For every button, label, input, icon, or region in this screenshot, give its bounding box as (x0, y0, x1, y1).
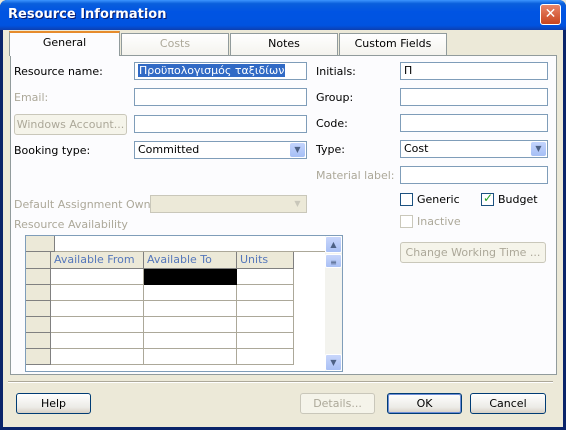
grid-vertical-scrollbar[interactable]: ▲ ≡ ▼ (325, 236, 342, 371)
default-assignment-owner-select[interactable]: ▼ (150, 195, 307, 213)
type-value: Cost (404, 142, 429, 155)
separator (8, 381, 553, 383)
tab-general-label: General (42, 36, 87, 49)
grid-cell-units[interactable] (237, 317, 294, 333)
grid-cell-available-to[interactable] (144, 333, 237, 349)
scrollbar-thumb[interactable]: ≡ (325, 254, 342, 268)
budget-checkbox-label: Budget (498, 193, 538, 206)
grid-cell-available-from[interactable] (51, 285, 144, 301)
details-button[interactable]: Details... (300, 393, 375, 414)
grid-cell-units[interactable] (237, 301, 294, 317)
inactive-checkbox-label: Inactive (417, 215, 461, 228)
windows-account-input[interactable] (134, 115, 307, 133)
grid-row-header[interactable] (26, 285, 51, 301)
cancel-button[interactable]: Cancel (470, 393, 546, 414)
booking-type-value: Committed (138, 143, 200, 156)
grid-row-header[interactable] (26, 333, 51, 349)
resource-availability-grid[interactable]: Available From Available To Units ▲ ≡ ▼ (25, 235, 343, 372)
tab-costs-label: Costs (159, 37, 191, 50)
grid-cell-available-to[interactable] (144, 349, 237, 365)
ok-button[interactable]: OK (387, 393, 462, 414)
resource-name-label: Resource name: (14, 65, 103, 78)
grid-row-header[interactable] (26, 317, 51, 333)
code-input[interactable] (400, 114, 548, 132)
chevron-down-icon[interactable]: ▼ (531, 142, 546, 156)
initials-value: Π (404, 64, 413, 77)
checkmark-icon: ✓ (483, 191, 494, 205)
resource-name-value: Προϋπολογισμός ταξιδίων (138, 64, 286, 77)
booking-type-select[interactable]: Committed ▼ (134, 141, 307, 159)
grid-cell-available-from[interactable] (51, 269, 144, 285)
grid-cell-available-from[interactable] (51, 317, 144, 333)
email-input[interactable] (134, 88, 307, 106)
tab-general[interactable]: General (9, 31, 120, 56)
budget-checkbox[interactable]: ✓ (481, 191, 494, 206)
tab-costs[interactable]: Costs (121, 33, 229, 55)
dialog-client-area: General Costs Notes Custom Fields Resour… (3, 30, 563, 427)
grid-cell-available-to-selected[interactable] (144, 269, 237, 285)
grid-cell-available-to[interactable] (144, 317, 237, 333)
grid-column-header-units[interactable]: Units (237, 252, 294, 269)
grid-row-header[interactable] (26, 269, 51, 285)
chevron-down-icon[interactable]: ▼ (290, 197, 305, 211)
grid-cell-available-to[interactable] (144, 301, 237, 317)
help-button-label: Help (40, 397, 67, 410)
generic-checkbox[interactable] (400, 193, 413, 206)
grid-corner (26, 236, 55, 252)
initials-input[interactable]: Π (400, 62, 548, 80)
chevron-down-icon[interactable]: ▼ (290, 143, 305, 157)
material-label-label: Material label: (316, 169, 395, 182)
grid-row-header[interactable] (26, 349, 51, 365)
grid-column-header-available-to[interactable]: Available To (144, 252, 237, 269)
resource-availability-label: Resource Availability (14, 218, 128, 231)
grid-cell-units[interactable] (237, 333, 294, 349)
close-button[interactable]: ✕ (540, 4, 561, 25)
grid-cell-available-from[interactable] (51, 349, 144, 365)
booking-type-label: Booking type: (14, 144, 91, 157)
change-working-time-label: Change Working Time ... (405, 246, 541, 259)
grid-cell-available-from[interactable] (51, 333, 144, 349)
grid-cell-available-from[interactable] (51, 301, 144, 317)
grid-edit-bar[interactable] (55, 236, 325, 252)
windows-account-button-label: Windows Account... (16, 118, 125, 131)
scroll-down-arrow-icon[interactable]: ▼ (325, 354, 342, 371)
grid-column-header-available-from[interactable]: Available From (51, 252, 144, 269)
inactive-checkbox[interactable] (400, 215, 413, 228)
resource-name-input[interactable]: Προϋπολογισμός ταξιδίων (134, 62, 307, 80)
group-input[interactable] (400, 88, 548, 106)
dialog-title: Resource Information (8, 7, 167, 22)
grid-row-header[interactable] (26, 301, 51, 317)
tab-notes-label: Notes (268, 37, 300, 50)
tab-custom-fields-label: Custom Fields (354, 37, 432, 50)
help-button[interactable]: Help (16, 393, 91, 414)
details-button-label: Details... (313, 397, 362, 410)
windows-account-button[interactable]: Windows Account... (14, 114, 127, 135)
code-label: Code: (316, 117, 348, 130)
email-label: Email: (14, 91, 49, 104)
default-assignment-owner-label: Default Assignment Owner: (14, 198, 166, 211)
cancel-button-label: Cancel (489, 397, 527, 410)
grid-cell-units[interactable] (237, 349, 294, 365)
type-label: Type: (316, 143, 345, 156)
scroll-up-arrow-icon[interactable]: ▲ (325, 236, 342, 253)
generic-checkbox-label: Generic (417, 193, 460, 206)
initials-label: Initials: (316, 65, 356, 78)
type-select[interactable]: Cost ▼ (400, 140, 548, 158)
grid-cell-units[interactable] (237, 285, 294, 301)
grid-cell-units[interactable] (237, 269, 294, 285)
change-working-time-button[interactable]: Change Working Time ... (400, 242, 546, 263)
grid-row-header-corner (26, 252, 51, 269)
title-bar[interactable]: Resource Information ✕ (0, 0, 566, 30)
group-label: Group: (316, 91, 354, 104)
grid-cell-available-to[interactable] (144, 285, 237, 301)
tab-notes[interactable]: Notes (230, 33, 338, 55)
ok-button-label: OK (416, 397, 433, 410)
material-label-input[interactable] (400, 166, 548, 184)
resource-information-dialog: Resource Information ✕ General Costs Not… (0, 0, 566, 430)
close-icon: ✕ (544, 6, 557, 22)
tab-custom-fields[interactable]: Custom Fields (339, 33, 447, 55)
